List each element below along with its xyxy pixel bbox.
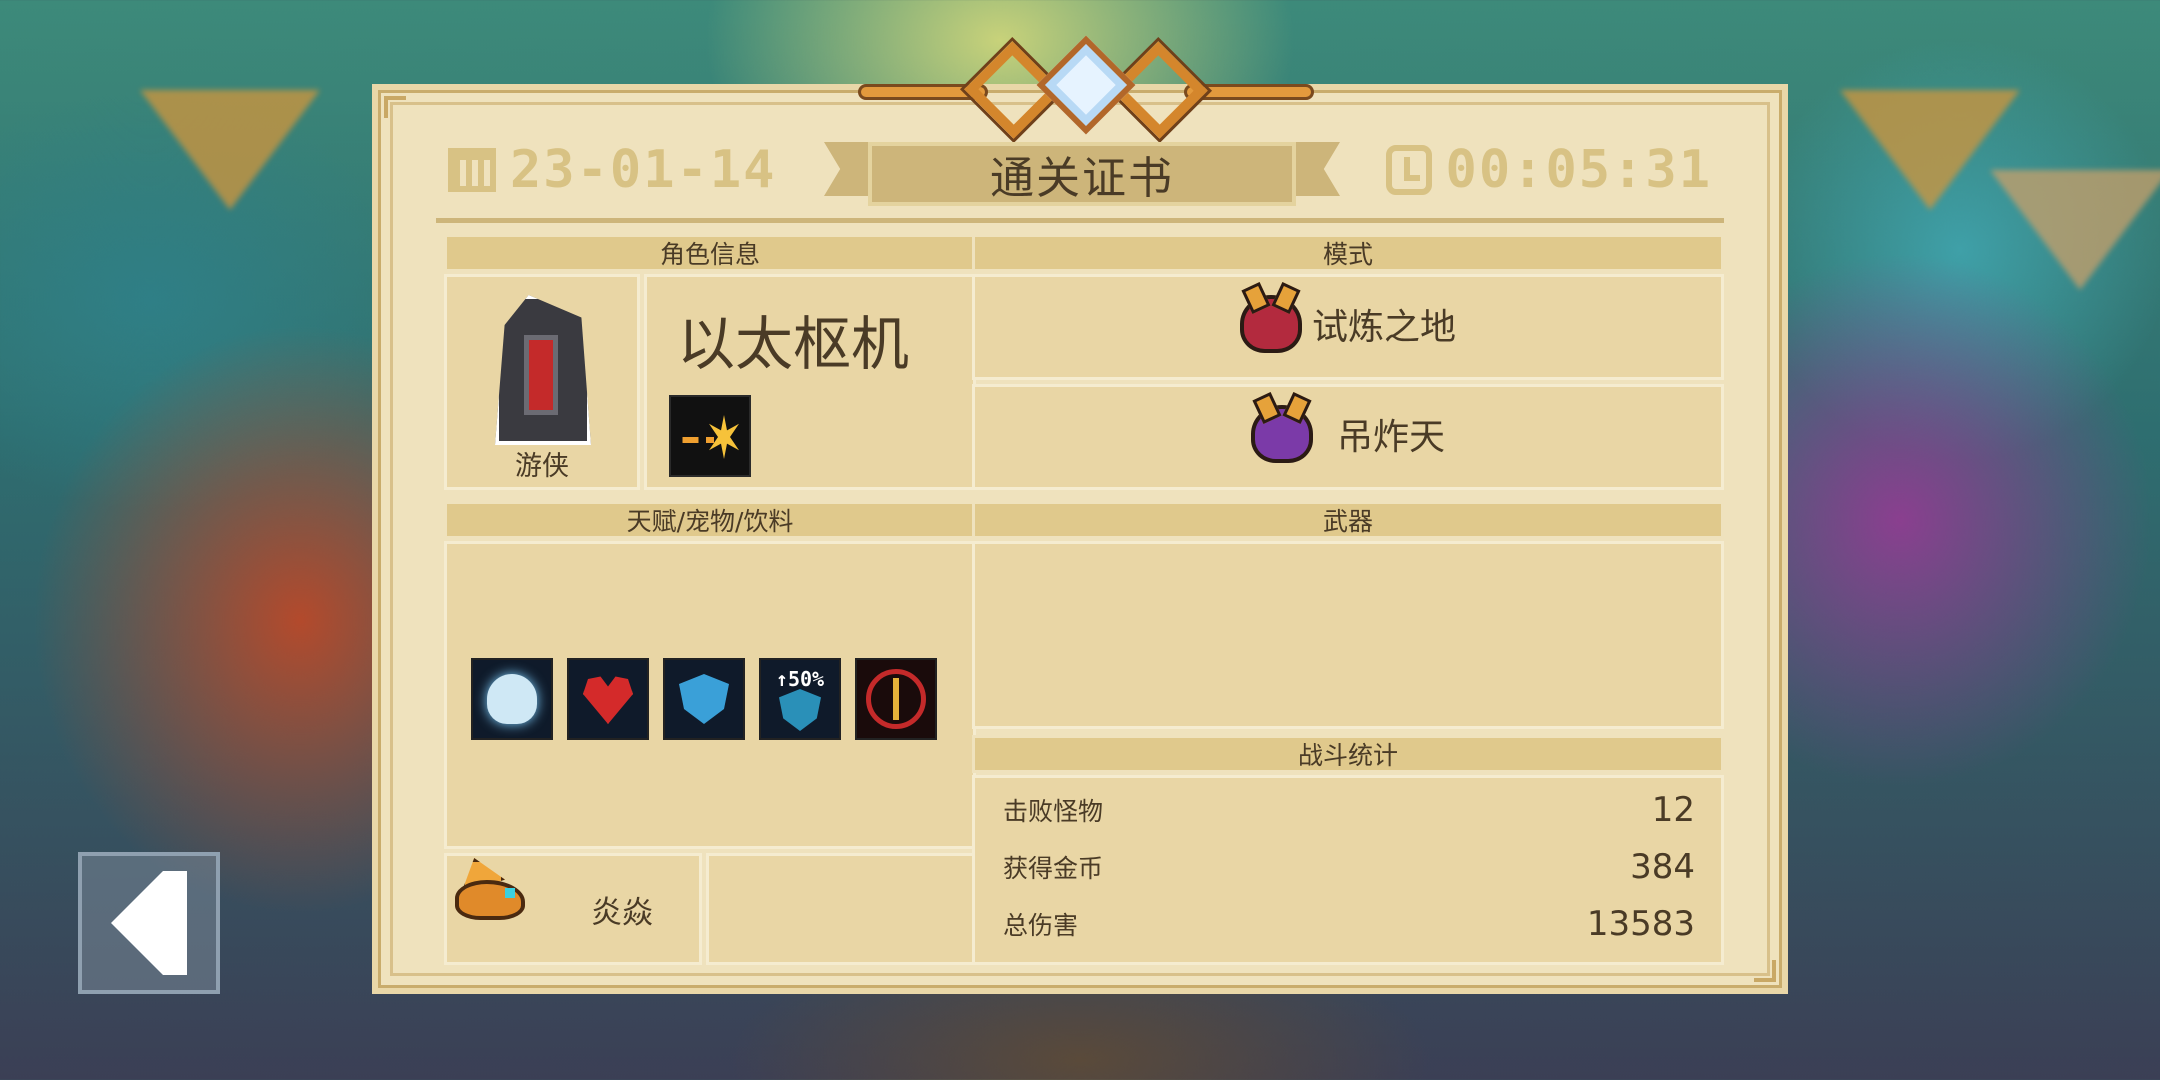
player-name: 以太枢机 [677,310,910,378]
mode-box-primary: 试炼之地 [972,274,1724,380]
pet-name: 炎焱 [591,894,653,931]
stat-value: 12 [1651,790,1695,830]
stat-label: 总伤害 [1003,911,1079,940]
crest-ornament [858,35,1314,139]
golden-sword-icon[interactable] [855,658,937,740]
meditating-monk-icon[interactable] [471,658,553,740]
drink-box [706,853,976,965]
difficulty-label: 吊炸天 [1336,417,1445,458]
stat-value: 384 [1630,847,1695,887]
player-info-box: 以太枢机 [644,274,976,490]
diamond-gem-icon [1036,35,1136,135]
weapons-box [972,541,1724,729]
clock-icon [1385,145,1432,195]
title-banner: 通关证书 [824,142,1340,206]
divider [436,218,1724,223]
section-header-mode: 模式 [972,234,1724,272]
date-value: 23-01-14 [510,140,777,200]
certificate-title: 通关证书 [868,142,1296,206]
stat-label: 获得金币 [1003,854,1104,883]
shield-plus-icon[interactable] [663,658,745,740]
buff-list: ↑50% [471,658,951,744]
heart-plus-icon[interactable] [567,658,649,740]
ranger-hero-icon [477,295,607,445]
calendar-icon [448,148,496,192]
mode-box-difficulty: 吊炸天 [972,384,1724,490]
pet-box: 炎焱 [444,853,702,965]
shield-boost-icon[interactable]: ↑50% [759,658,841,740]
orange-dragon-pet-icon [447,856,539,936]
purple-demon-helmet-icon [1250,405,1313,463]
buffs-box: ↑50% [444,541,976,849]
stat-row-gold: 获得金币 384 [975,841,1721,893]
red-demon-helmet-icon [1239,295,1302,353]
stat-row-damage: 总伤害 13583 [975,898,1721,950]
clear-certificate-panel: 23-01-14 通关证书 00:05:31 角色信息 游侠 以太枢机 模式 试… [372,35,1788,994]
background-bunting [140,90,320,210]
section-header-character-info: 角色信息 [444,234,976,272]
lightning-burst-skill-icon [669,395,751,477]
background-bunting [1990,170,2160,290]
section-header-weapons: 武器 [972,501,1724,539]
buff-percent-text: ↑50% [775,667,825,691]
stat-label: 击败怪物 [1003,797,1104,826]
corner-ornament [1754,960,1776,982]
date-display: 23-01-14 [448,140,776,200]
back-arrow-icon [111,871,187,975]
hero-portrait-box: 游侠 [444,274,640,490]
time-value: 00:05:31 [1445,140,1712,200]
corner-ornament [384,96,406,118]
section-header-talents: 天赋/宠物/饮料 [444,501,976,539]
section-header-battle-stats: 战斗统计 [972,735,1724,773]
back-button[interactable] [78,852,220,994]
battle-stats-box: 击败怪物 12 获得金币 384 总伤害 13583 [972,775,1724,965]
mode-label: 试炼之地 [1311,307,1456,348]
time-display: 00:05:31 [1385,140,1712,200]
stat-value: 13583 [1586,904,1695,944]
stat-row-kills: 击败怪物 12 [975,784,1721,836]
hero-class-label: 游侠 [515,451,569,482]
